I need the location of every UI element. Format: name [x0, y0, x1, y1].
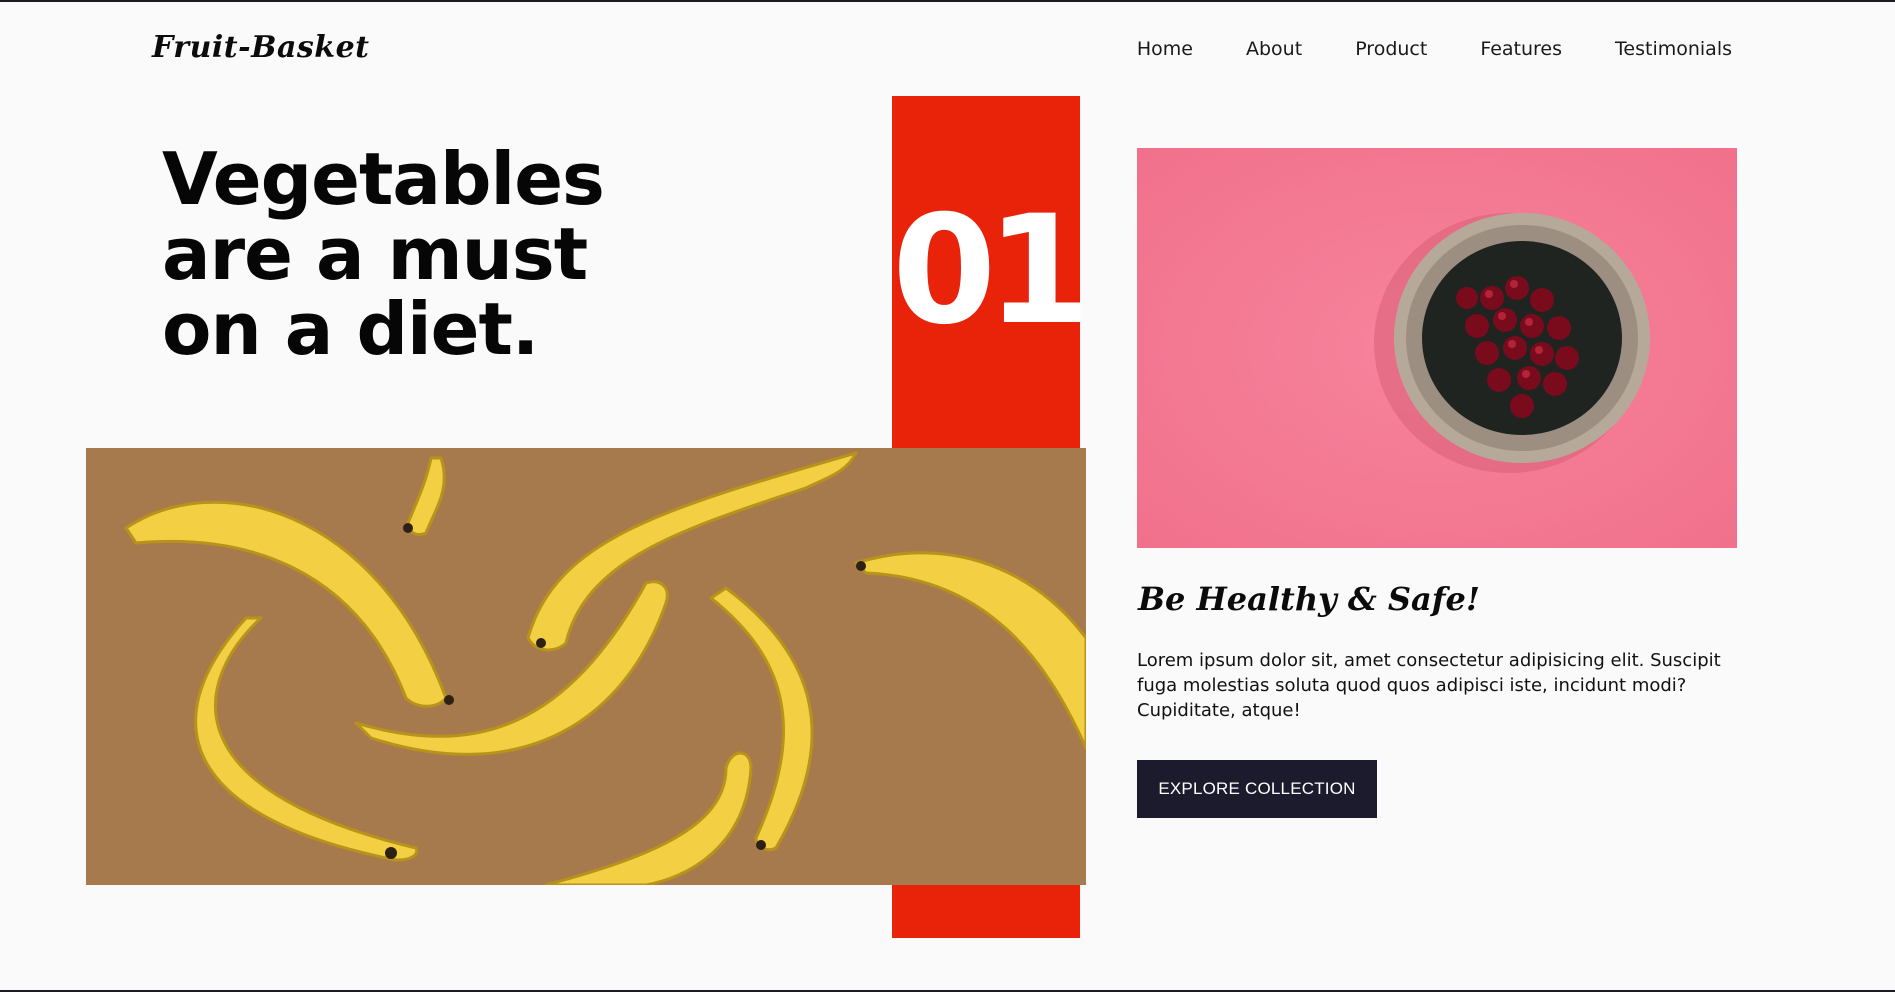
headline-line: on a diet. [162, 287, 539, 371]
brand-logo[interactable]: Fruit-Basket [152, 30, 370, 65]
section-description: Lorem ipsum dolor sit, amet consectetur … [1137, 650, 1721, 721]
explore-collection-button[interactable]: EXPLORE COLLECTION [1137, 760, 1377, 818]
cherries-bowl-photo [1137, 148, 1737, 548]
hero-headline: Vegetables are a must on a diet. [162, 137, 605, 371]
headline-line: are a must [162, 212, 588, 296]
slide-number: 01 [892, 184, 1091, 358]
nav-item-testimonials[interactable]: Testimonials [1615, 38, 1732, 60]
main-nav: Home About Product Features Testimonials [1137, 38, 1732, 60]
nav-item-home[interactable]: Home [1137, 38, 1193, 60]
nav-item-product[interactable]: Product [1355, 38, 1427, 60]
top-border [0, 0, 1895, 2]
bananas-photo [86, 448, 1086, 885]
headline-line: Vegetables [162, 137, 605, 221]
nav-item-about[interactable]: About [1246, 38, 1302, 60]
nav-item-features[interactable]: Features [1480, 38, 1562, 60]
section-subheading: Be Healthy & Safe! [1138, 580, 1480, 618]
